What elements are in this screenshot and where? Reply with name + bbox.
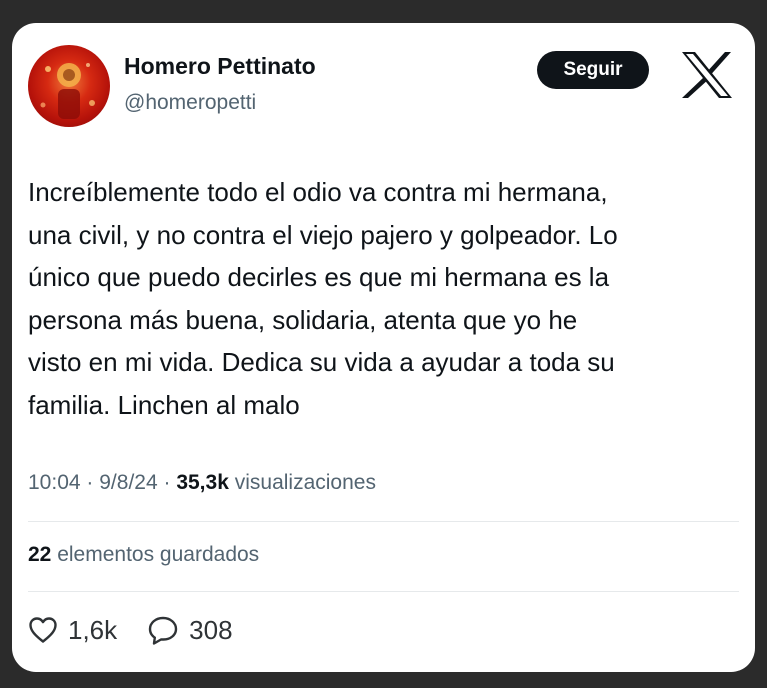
- like-count: 1,6k: [68, 614, 118, 645]
- bookmarks-stat[interactable]: 22 elementos guardados: [28, 543, 259, 567]
- views-count: 35,3k: [176, 471, 229, 494]
- bookmarks-count: 22: [28, 543, 52, 566]
- action-bar: 1,6k 308: [28, 613, 263, 647]
- author-avatar[interactable]: [28, 45, 110, 127]
- divider: [28, 521, 739, 522]
- tweet-card: Homero Pettinato @homeropetti Seguir Inc…: [12, 23, 755, 672]
- divider: [28, 591, 739, 592]
- like-button[interactable]: 1,6k: [28, 615, 117, 646]
- meta-separator: ·: [163, 471, 171, 494]
- bookmarks-label: elementos guardados: [57, 543, 260, 566]
- follow-button[interactable]: Seguir: [537, 51, 649, 89]
- reply-button[interactable]: 308: [147, 614, 233, 646]
- avatar-photo-icon: [40, 63, 95, 119]
- reply-bubble-icon: [148, 616, 178, 645]
- tweet-time[interactable]: 10:04: [28, 471, 81, 494]
- reply-count: 308: [189, 614, 233, 645]
- tweet-date[interactable]: 9/8/24: [99, 471, 157, 494]
- x-logo-icon[interactable]: [680, 50, 734, 100]
- tweet-text: Increíblemente todo el odio va contra mi…: [28, 177, 618, 420]
- meta-separator: ·: [86, 471, 94, 494]
- tweet-meta: 10:04 · 9/8/24 · 35,3k visualizaciones: [28, 471, 376, 495]
- heart-icon: [29, 617, 57, 643]
- views-label: visualizaciones: [234, 471, 376, 494]
- author-handle[interactable]: @homeropetti: [124, 91, 256, 115]
- author-display-name[interactable]: Homero Pettinato: [124, 53, 316, 80]
